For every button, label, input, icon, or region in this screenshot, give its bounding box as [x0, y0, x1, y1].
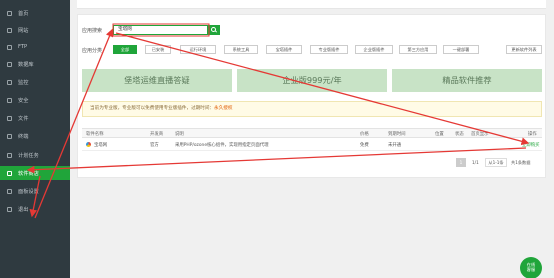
highlight-search-box	[112, 23, 210, 37]
arrow-to-buy	[115, 32, 530, 146]
annotation-arrows	[26, 23, 530, 219]
arrow-to-search	[34, 28, 114, 219]
arrow-to-store	[26, 147, 527, 174]
